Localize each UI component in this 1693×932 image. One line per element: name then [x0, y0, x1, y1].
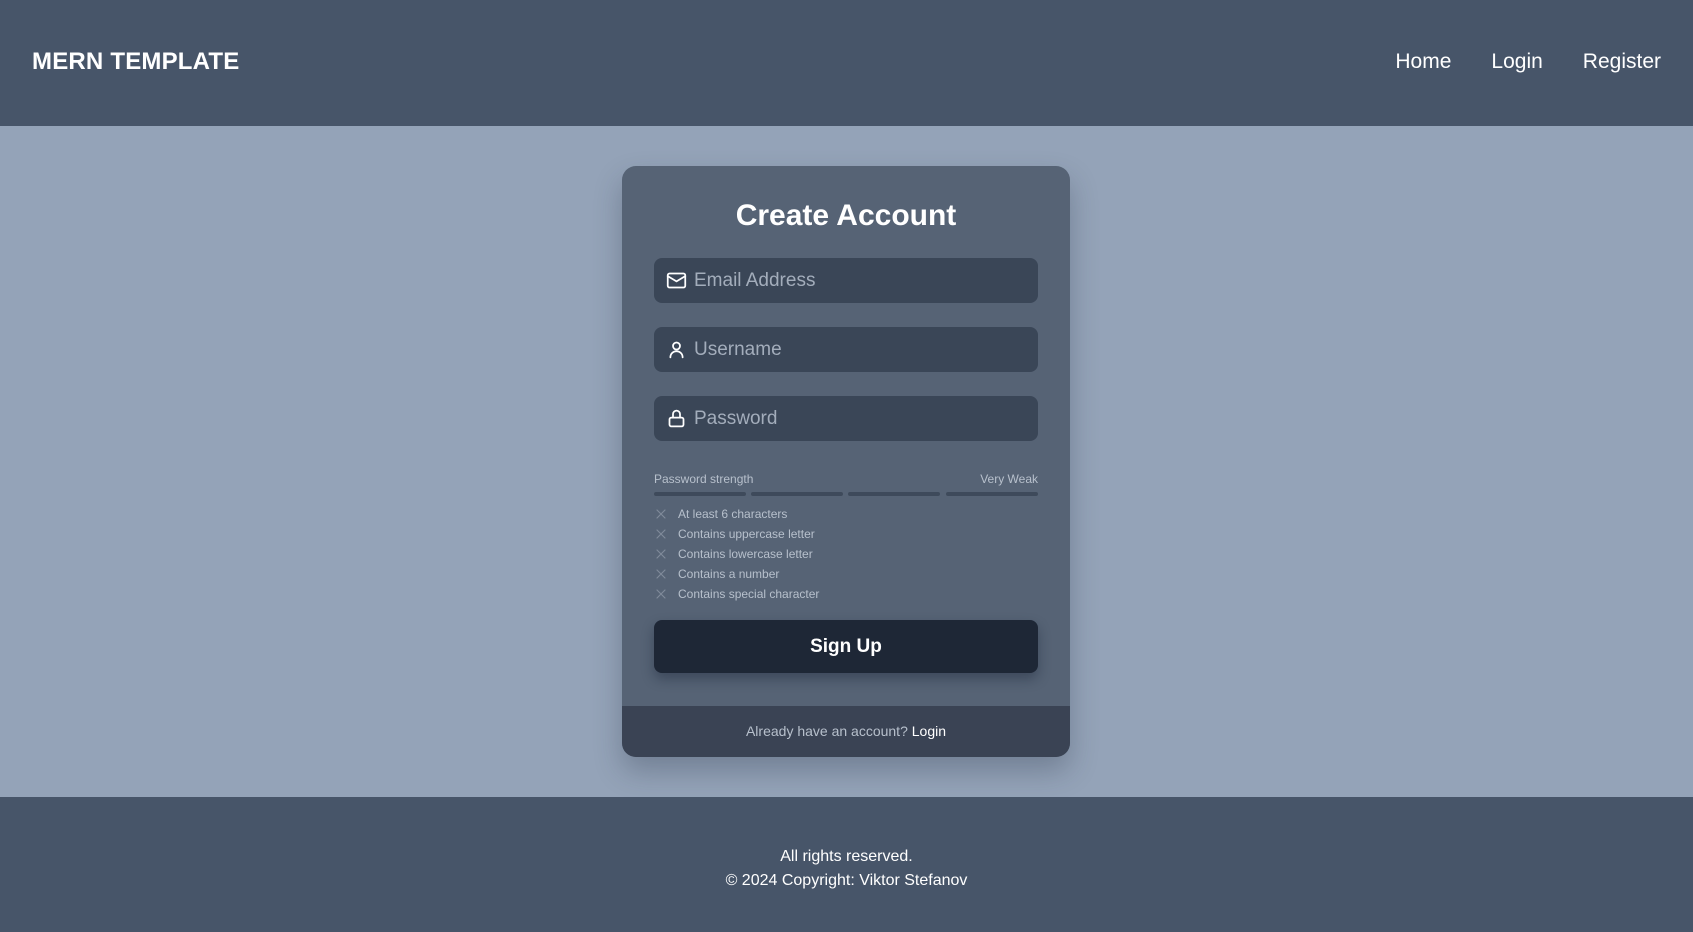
requirement-text: Contains a number	[678, 567, 780, 581]
username-input[interactable]	[694, 327, 1024, 372]
strength-bar-segment	[848, 492, 940, 496]
nav-link-home[interactable]: Home	[1395, 48, 1451, 76]
requirement-item: At least 6 characters	[654, 504, 1038, 524]
strength-bar-segment	[654, 492, 746, 496]
x-icon	[656, 589, 666, 599]
rights-text: All rights reserved.	[780, 848, 913, 865]
password-field[interactable]	[654, 396, 1038, 441]
nav-link-login[interactable]: Login	[1491, 48, 1542, 76]
login-prompt-text: Already have an account?	[745, 723, 912, 739]
requirement-item: Contains uppercase letter	[654, 524, 1038, 544]
x-icon	[656, 529, 666, 539]
x-icon	[656, 569, 666, 579]
form-title: Create Account	[735, 199, 957, 232]
requirement-item: Contains lowercase letter	[654, 544, 1038, 564]
x-icon	[656, 509, 666, 519]
username-field[interactable]	[654, 327, 1038, 372]
requirement-text: Contains special character	[678, 587, 820, 601]
user-icon	[669, 341, 684, 359]
sign-up-button[interactable]: Sign Up	[654, 620, 1038, 673]
navbar: MERN TEMPLATE Home Login Register	[0, 0, 1693, 126]
copyright-text: © 2024 Copyright: Viktor Stefanov	[725, 872, 968, 889]
password-strength-level: Very Weak	[980, 472, 1038, 486]
requirement-text: Contains lowercase letter	[678, 547, 813, 561]
requirement-text: At least 6 characters	[678, 507, 788, 521]
requirement-text: Contains uppercase letter	[678, 527, 815, 541]
signup-card: Create Account Password strength Very We…	[622, 166, 1070, 757]
login-link[interactable]: Login	[912, 723, 946, 739]
strength-bar-segment	[946, 492, 1038, 496]
email-field[interactable]	[654, 258, 1038, 303]
page-footer: All rights reserved. © 2024 Copyright: V…	[0, 797, 1693, 932]
card-footer: Already have an account? Login	[622, 706, 1070, 757]
password-input[interactable]	[694, 396, 1024, 441]
requirement-item: Contains special character	[654, 584, 1038, 604]
nav-links: Home Login Register	[1395, 48, 1661, 76]
nav-link-register[interactable]: Register	[1583, 48, 1661, 76]
x-icon	[656, 549, 666, 559]
main-content: Create Account Password strength Very We…	[0, 126, 1693, 797]
strength-bar-segment	[751, 492, 843, 496]
requirement-item: Contains a number	[654, 564, 1038, 584]
password-requirements: At least 6 characters Contains uppercase…	[654, 504, 1038, 604]
password-strength-label: Password strength	[654, 472, 754, 486]
lock-icon	[668, 409, 685, 428]
brand-logo[interactable]: MERN TEMPLATE	[32, 48, 239, 76]
email-input[interactable]	[694, 258, 1024, 303]
mail-icon	[666, 272, 687, 289]
